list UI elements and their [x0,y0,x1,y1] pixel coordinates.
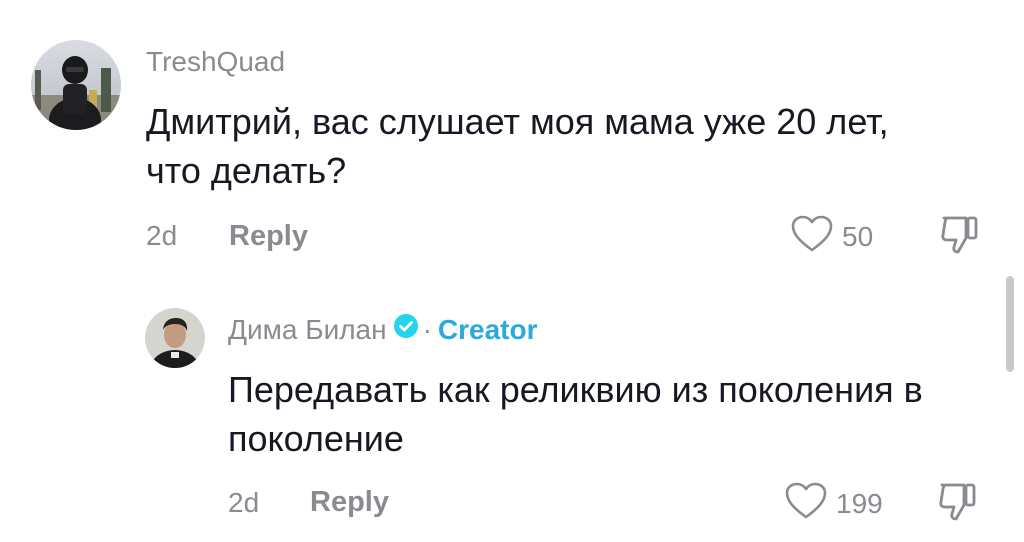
comment-text-line1: Дмитрий, вас слушает моя мама уже 20 лет… [146,101,889,142]
comment-reply-button[interactable]: Reply [229,220,308,253]
comment-timestamp: 2d [146,220,178,251]
thumbs-down-outline-icon [936,483,980,527]
comment-like-button[interactable]: 50 [790,214,873,259]
thumbs-down-outline-icon [938,216,982,260]
reply-text: Передавать как реликвию из поколения в п… [228,366,923,464]
reply-timestamp: 2d [228,487,260,518]
scrollbar-thumb[interactable] [1006,276,1014,372]
comment-dislike-button[interactable] [938,212,982,261]
avatar-dima-bilan[interactable] [145,308,205,368]
heart-outline-icon [790,214,834,259]
comments-panel: TreshQuad Дмитрий, вас слушает моя мама … [0,0,1024,542]
separator-dot: · [422,313,432,345]
comment-text-line2: что делать? [146,149,347,191]
reply-like-count: 199 [836,487,883,519]
reply-dislike-button[interactable] [936,479,980,528]
verified-check-icon [393,313,419,346]
reply-text-line2: поколение [228,417,404,459]
reply-username-row: Дима Билан · Creator [228,313,538,346]
reply-text-line1: Передавать как реликвию из поколения в [228,369,923,410]
reply-username[interactable]: Дима Билан [228,314,387,346]
heart-outline-icon [784,481,828,526]
creator-badge: Creator [437,313,538,345]
reply-reply-button[interactable]: Reply [310,486,389,519]
comment-like-count: 50 [842,220,874,252]
reply-like-button[interactable]: 199 [784,481,883,526]
comment-username[interactable]: TreshQuad [146,46,285,78]
avatar-treshquad[interactable] [31,40,121,130]
comment-text: Дмитрий, вас слушает моя мама уже 20 лет… [146,98,889,196]
